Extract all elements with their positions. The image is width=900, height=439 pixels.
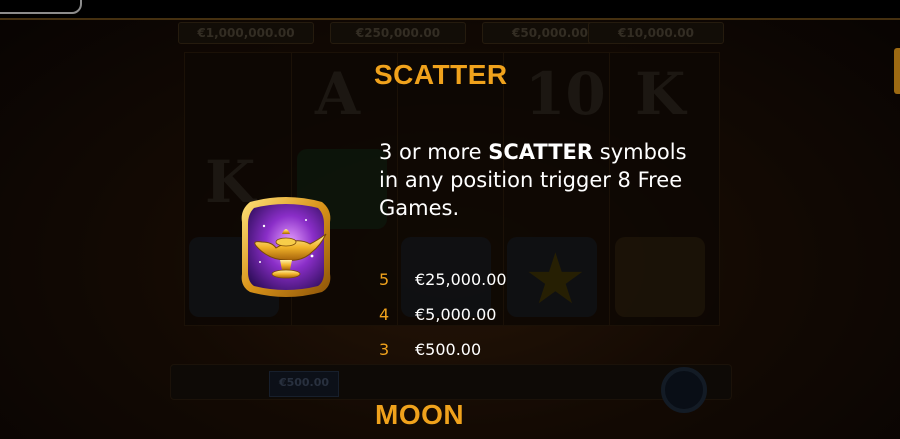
- payout-count: 3: [379, 340, 390, 359]
- payout-value: €500.00: [415, 340, 482, 359]
- description-text: 3 or more: [379, 140, 489, 164]
- payout-value: €25,000.00: [415, 270, 507, 289]
- payout-row: 3 €500.00: [379, 339, 481, 361]
- section-title-moon: MOON: [375, 399, 465, 430]
- payout-row: 5 €25,000.00: [379, 269, 507, 291]
- payout-count: 5: [379, 270, 390, 289]
- scatter-description: 3 or more SCATTER symbols in any positio…: [379, 138, 699, 222]
- payout-row: 4 €5,000.00: [379, 304, 496, 326]
- payout-value: €5,000.00: [415, 305, 497, 324]
- section-title-scatter: SCATTER: [374, 59, 508, 90]
- magic-lamp-icon: [236, 196, 336, 298]
- description-highlight: SCATTER: [488, 140, 594, 164]
- payout-count: 4: [379, 305, 390, 324]
